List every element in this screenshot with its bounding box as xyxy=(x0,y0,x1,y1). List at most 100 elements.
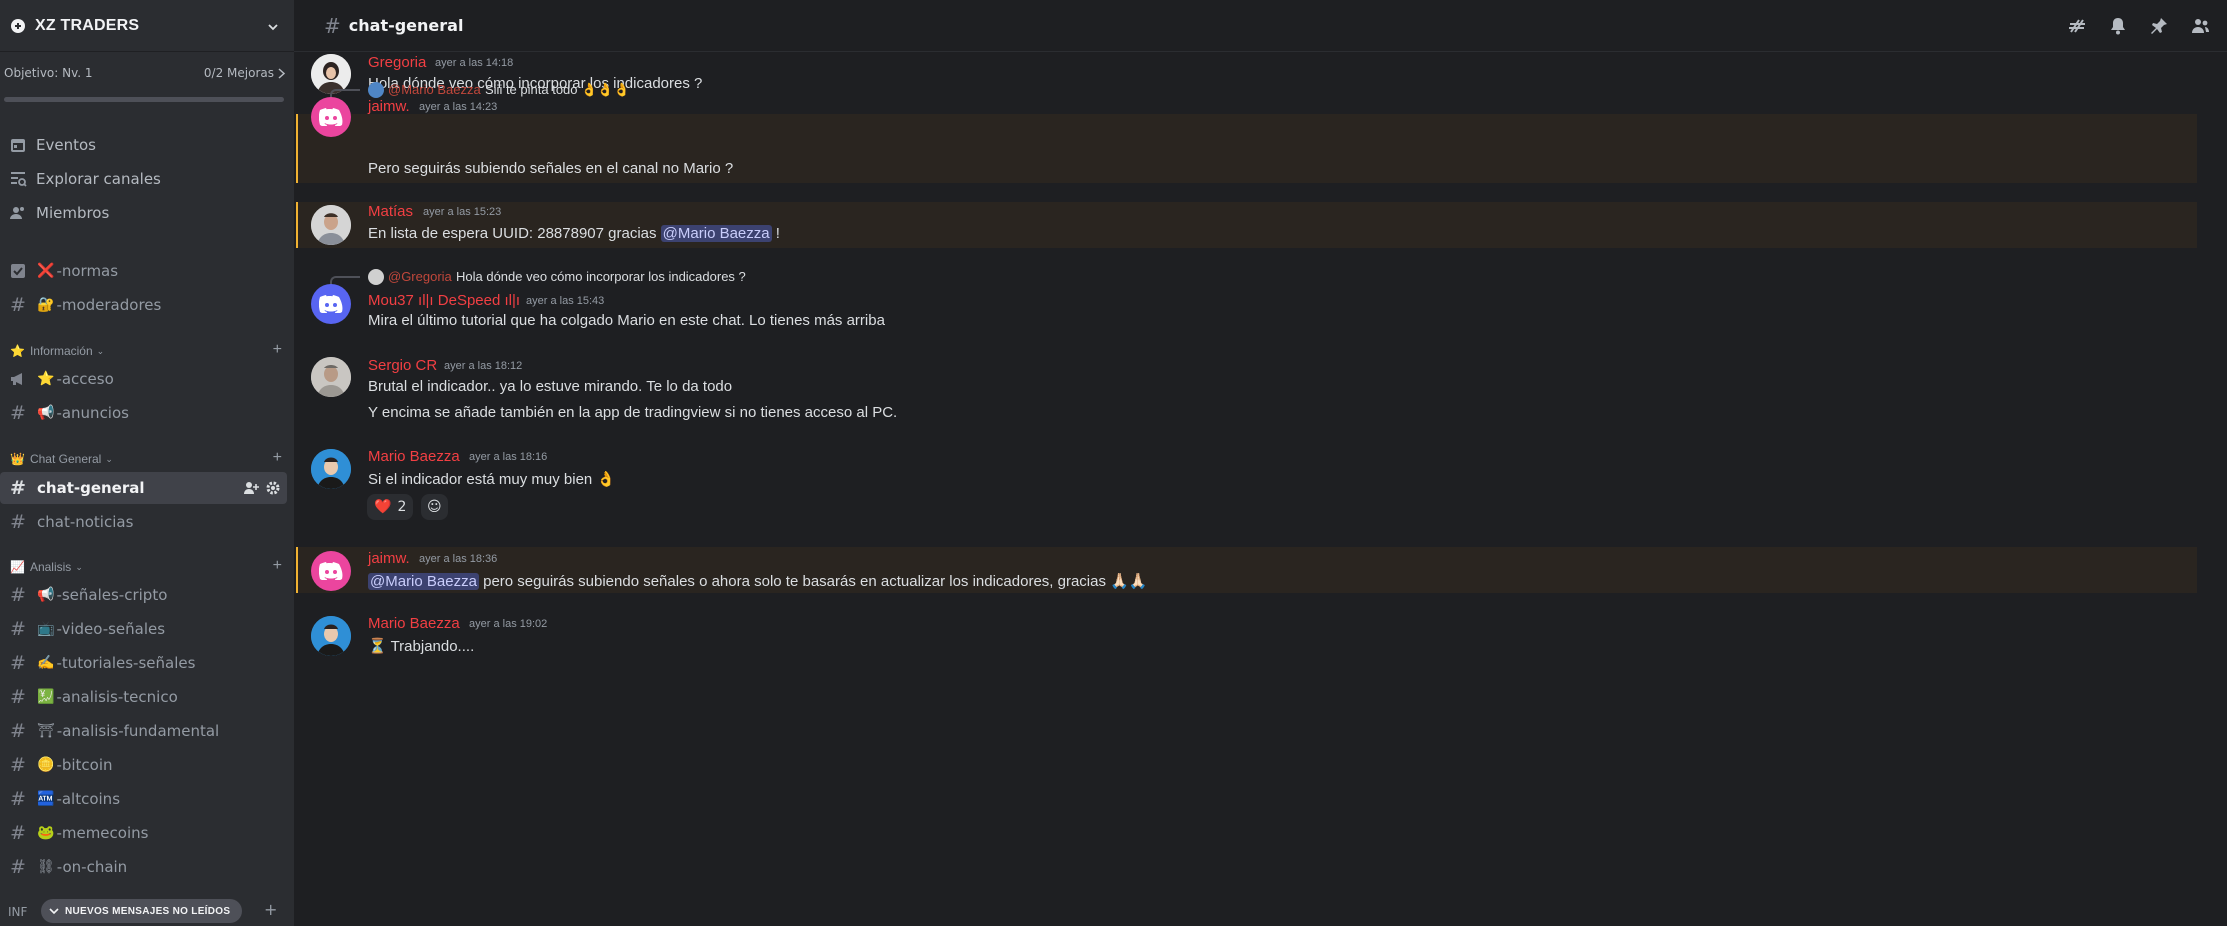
timestamp: ayer a las 14:23 xyxy=(419,101,498,113)
channel-chat-noticias[interactable]: # chat-noticias xyxy=(0,506,294,538)
hash-icon: # xyxy=(10,788,26,810)
server-goal[interactable]: Objetivo: Nv. 1 0/2 Mejoras xyxy=(0,66,294,80)
channel-anuncios[interactable]: # 📢 -anuncios xyxy=(0,397,294,429)
nav-members[interactable]: Miembros xyxy=(0,198,294,228)
message-text-part: ! xyxy=(771,225,780,242)
username[interactable]: Matías xyxy=(368,203,413,220)
avatar[interactable] xyxy=(311,205,351,245)
channel-normas[interactable]: ❌ -normas xyxy=(0,255,294,287)
avatar[interactable] xyxy=(311,97,351,137)
timestamp: ayer a las 19:02 xyxy=(469,618,548,630)
category-partial[interactable]: INF xyxy=(8,905,27,919)
user-mention[interactable]: @Mario Baezza xyxy=(660,225,772,242)
category-analisis[interactable]: 📈 Analisis ⌄ + xyxy=(0,557,294,577)
channel-acceso[interactable]: ⭐ -acceso xyxy=(0,363,294,395)
nav-browse-channels-label: Explorar canales xyxy=(36,170,161,188)
reply-preview[interactable]: Siii te pinta todo 👌👌👌 xyxy=(485,82,630,98)
username[interactable]: jaimw. xyxy=(368,550,410,567)
channel-bitcoin[interactable]: # 🪙 -bitcoin xyxy=(0,749,294,781)
hash-icon: # xyxy=(10,477,26,499)
channel-emoji: 🪙 xyxy=(37,757,55,773)
category-informacion[interactable]: ⭐ Información ⌄ + xyxy=(0,341,294,361)
hash-icon: # xyxy=(10,720,26,742)
user-mention[interactable]: @Mario Baezza xyxy=(368,573,479,590)
reply-avatar xyxy=(368,82,384,98)
channel-memecoins[interactable]: # 🐸 -memecoins xyxy=(0,817,294,849)
username[interactable]: Sergio CR xyxy=(368,357,437,374)
add-reaction-button[interactable]: ☺ xyxy=(421,494,448,520)
reaction-emoji: ❤️ xyxy=(374,499,392,515)
message-text-part: pero seguirás subiendo señales o ahora s… xyxy=(478,573,1148,590)
add-channel-icon[interactable]: + xyxy=(273,341,282,359)
pin-icon[interactable] xyxy=(2148,15,2170,37)
avatar[interactable] xyxy=(311,449,351,489)
username[interactable]: jaimw. xyxy=(368,98,410,115)
new-messages-pill[interactable]: NUEVOS MENSAJES NO LEÍDOS xyxy=(41,899,243,923)
nav-browse-channels[interactable]: Explorar canales xyxy=(0,164,294,194)
avatar[interactable] xyxy=(311,357,351,397)
category-name: Analisis xyxy=(29,560,72,574)
channel-chat-general[interactable]: # chat-general xyxy=(0,472,287,504)
hash-icon: # xyxy=(10,686,26,708)
hash-icon: # xyxy=(10,584,26,606)
username[interactable]: Mario Baezza xyxy=(368,448,460,465)
hash-icon: # xyxy=(10,652,26,674)
username[interactable]: Mou37 ıl|ı DeSpeed ıl|ı xyxy=(368,292,520,309)
reaction-heart[interactable]: ❤️ 2 xyxy=(367,494,414,520)
goal-boosts: 0/2 Mejoras xyxy=(204,66,286,80)
channel-senales-cripto[interactable]: # 📢 -señales-cripto xyxy=(0,579,294,611)
reply-avatar xyxy=(368,269,384,285)
channel-emoji: 🔐 xyxy=(37,297,55,313)
new-messages-label: NUEVOS MENSAJES NO LEÍDOS xyxy=(65,905,231,917)
smile-icon: ☺ xyxy=(427,499,442,515)
chevron-down-icon[interactable] xyxy=(266,19,280,33)
calendar-icon xyxy=(8,135,28,155)
channel-tutoriales-senales[interactable]: # ✍️ -tutoriales-señales xyxy=(0,647,294,679)
gear-icon[interactable] xyxy=(265,480,281,496)
invite-icon[interactable] xyxy=(243,480,259,496)
channel-video-senales[interactable]: # 📺 -video-señales xyxy=(0,613,294,645)
channel-label: -analisis-tecnico xyxy=(56,688,178,706)
add-channel-icon[interactable]: + xyxy=(273,557,282,575)
username[interactable]: Mario Baezza xyxy=(368,615,460,632)
add-channel-icon[interactable]: + xyxy=(273,449,282,467)
channel-moderadores[interactable]: # 🔐 -moderadores xyxy=(0,289,294,321)
reply-preview[interactable]: Hola dónde veo cómo incorporar los indic… xyxy=(456,269,746,284)
channel-label: -bitcoin xyxy=(56,756,113,774)
reply-author[interactable]: @Mario Baezza xyxy=(388,82,481,97)
category-chat-general[interactable]: 👑 Chat General ⌄ + xyxy=(0,449,294,469)
avatar[interactable] xyxy=(311,284,351,324)
avatar[interactable] xyxy=(311,616,351,656)
channel-label: chat-noticias xyxy=(37,513,134,531)
bell-icon[interactable] xyxy=(2107,15,2129,37)
channel-label: -moderadores xyxy=(56,296,162,314)
avatar[interactable] xyxy=(311,551,351,591)
discord-app: XZ TRADERS Objetivo: Nv. 1 0/2 Mejoras E… xyxy=(0,0,2227,926)
username[interactable]: Gregoria xyxy=(368,54,426,71)
avatar[interactable] xyxy=(311,54,351,94)
hash-icon: # xyxy=(10,294,26,316)
reply-author[interactable]: @Gregoria xyxy=(388,269,452,284)
members-icon xyxy=(8,203,28,223)
nav-events[interactable]: Eventos xyxy=(0,130,294,160)
member-list-icon[interactable] xyxy=(2189,15,2211,37)
channel-sidebar: XZ TRADERS Objetivo: Nv. 1 0/2 Mejoras E… xyxy=(0,0,294,926)
channel-altcoins[interactable]: # 🏧 -altcoins xyxy=(0,783,294,815)
channel-emoji: ❌ xyxy=(37,263,55,279)
channel-title: chat-general xyxy=(348,16,464,35)
channel-on-chain[interactable]: # ⛓ -on-chain xyxy=(0,851,294,883)
channel-emoji: ⭐ xyxy=(37,371,55,387)
message-text: Pero seguirás subiendo señales en el can… xyxy=(368,160,734,177)
chevron-down-icon xyxy=(49,908,59,915)
channel-label: -señales-cripto xyxy=(56,586,168,604)
server-header[interactable]: XZ TRADERS xyxy=(0,0,294,52)
channel-label: chat-general xyxy=(37,479,145,497)
header-toolbar xyxy=(2066,0,2227,52)
threads-icon[interactable] xyxy=(2066,15,2088,37)
channel-analisis-fundamental[interactable]: # ⛩ -analisis-fundamental xyxy=(0,715,294,747)
channel-emoji: ✍️ xyxy=(37,655,55,671)
add-channel-icon[interactable]: + xyxy=(264,900,277,919)
channel-analisis-tecnico[interactable]: # 💹 -analisis-tecnico xyxy=(0,681,294,713)
channel-actions xyxy=(243,480,281,496)
channel-emoji: 📢 xyxy=(37,587,55,603)
